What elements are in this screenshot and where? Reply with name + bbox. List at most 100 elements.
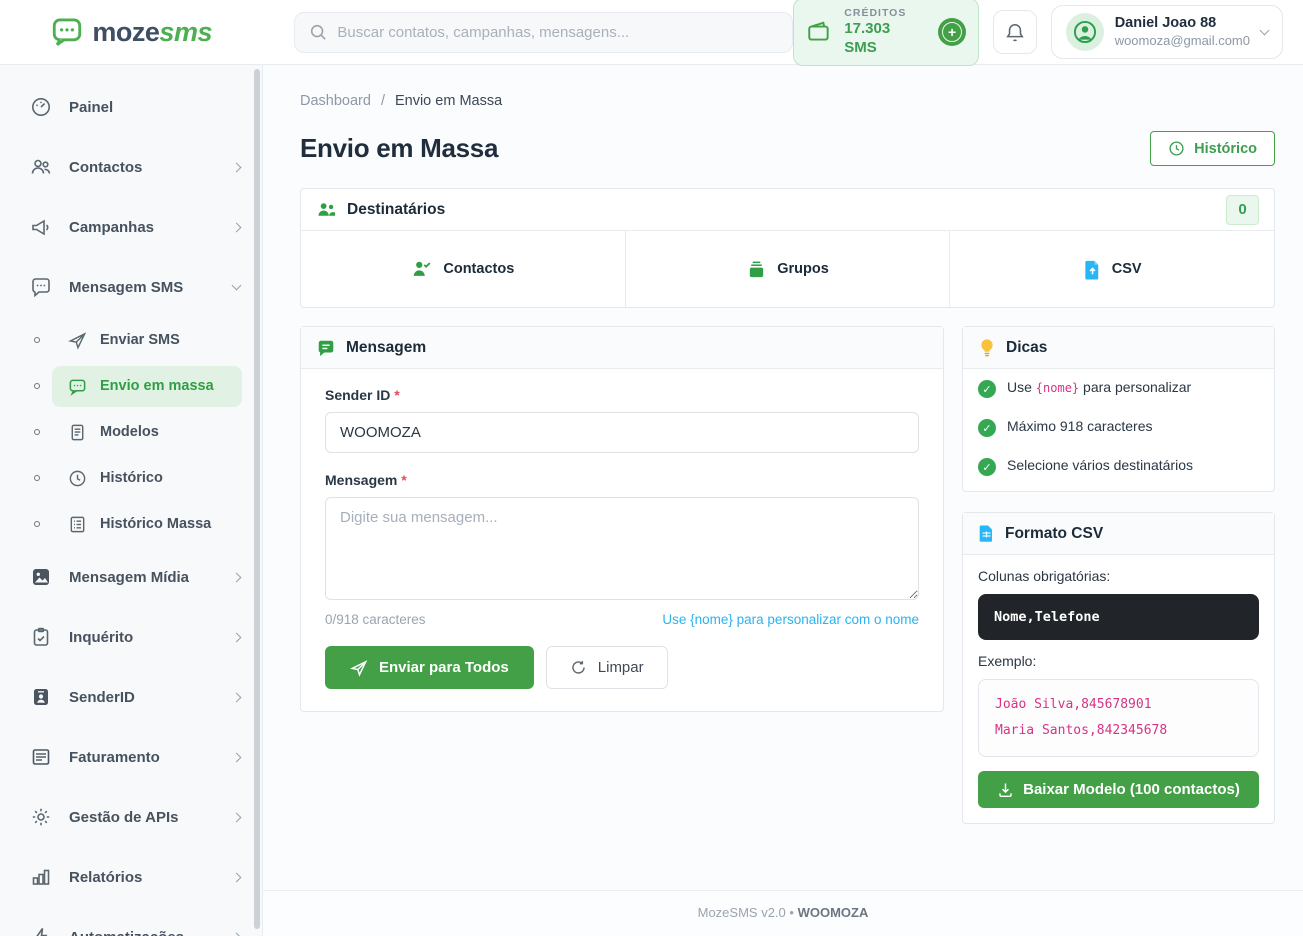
tip-item: ✓ Máximo 918 caracteres bbox=[963, 408, 1274, 447]
gear-icon bbox=[30, 806, 52, 828]
sidebar-item-campanhas[interactable]: Campanhas bbox=[0, 197, 262, 257]
search-icon bbox=[309, 23, 327, 41]
sidebar-subitem-enviar-sms[interactable]: Enviar SMS bbox=[0, 317, 262, 363]
chevron-down-icon bbox=[232, 281, 242, 291]
file-upload-icon bbox=[1083, 259, 1102, 280]
document-icon bbox=[68, 423, 87, 442]
download-template-button[interactable]: Baixar Modelo (100 contactos) bbox=[978, 771, 1259, 808]
chevron-right-icon bbox=[232, 932, 242, 936]
chevron-right-icon bbox=[232, 692, 242, 702]
global-search[interactable] bbox=[294, 12, 793, 53]
recipients-count-badge: 0 bbox=[1226, 195, 1259, 225]
users-icon bbox=[30, 156, 52, 178]
lightning-icon bbox=[30, 926, 52, 936]
message-card: Mensagem Sender ID * Mensagem * 0/918 ca… bbox=[300, 326, 944, 712]
check-circle-icon: ✓ bbox=[978, 419, 996, 437]
sender-id-input[interactable] bbox=[325, 412, 919, 453]
footer-owner: WOOMOZA bbox=[798, 905, 869, 920]
sidebar-item-automatizacoes[interactable]: Automatizações bbox=[0, 907, 262, 936]
chat-bubble-icon bbox=[30, 276, 52, 298]
sidebar-scrollbar[interactable] bbox=[254, 69, 260, 929]
tab-csv[interactable]: CSV bbox=[950, 231, 1274, 307]
sms-submenu: Enviar SMS Envio em massa bbox=[0, 317, 262, 547]
char-counter: 0/918 caracteres bbox=[325, 612, 426, 627]
spreadsheet-icon bbox=[978, 524, 995, 543]
tab-contactos[interactable]: Contactos bbox=[301, 231, 626, 307]
personalize-hint-link[interactable]: Use {nome} para personalizar com o nome bbox=[662, 612, 919, 627]
sidebar-item-mensagem-sms[interactable]: Mensagem SMS bbox=[0, 257, 262, 317]
sidebar-item-faturamento[interactable]: Faturamento bbox=[0, 727, 262, 787]
check-circle-icon: ✓ bbox=[978, 380, 996, 398]
credits-widget: CRÉDITOS 17.303 SMS + bbox=[793, 0, 979, 66]
send-all-button[interactable]: Enviar para Todos bbox=[325, 646, 534, 689]
stack-box-icon bbox=[746, 259, 767, 280]
chat-bubble-logo-icon bbox=[50, 15, 84, 49]
bullet-icon bbox=[34, 429, 40, 435]
sidebar-nav: Painel Contactos Campanhas bbox=[0, 65, 263, 936]
message-textarea[interactable] bbox=[325, 497, 919, 600]
sidebar-item-painel[interactable]: Painel bbox=[0, 77, 262, 137]
chevron-right-icon bbox=[232, 222, 242, 232]
plus-icon: + bbox=[942, 22, 962, 42]
csv-format-card: Formato CSV Colunas obrigatórias: Nome,T… bbox=[962, 512, 1275, 824]
footer-separator: • bbox=[789, 905, 794, 920]
breadcrumb-separator: / bbox=[381, 93, 385, 109]
invoice-icon bbox=[30, 746, 52, 768]
tab-grupos[interactable]: Grupos bbox=[626, 231, 951, 307]
sidebar-item-mensagem-midia[interactable]: Mensagem Mídia bbox=[0, 547, 262, 607]
history-button[interactable]: Histórico bbox=[1150, 131, 1275, 166]
add-credits-button[interactable]: + bbox=[938, 18, 966, 46]
csv-format-title: Formato CSV bbox=[1005, 525, 1103, 543]
clock-icon bbox=[1168, 140, 1185, 157]
bar-chart-icon bbox=[30, 866, 52, 888]
person-check-icon bbox=[411, 259, 433, 279]
tip-item: ✓ Use {nome} para personalizar bbox=[963, 369, 1274, 408]
list-icon bbox=[68, 515, 87, 534]
sidebar-subitem-envio-em-massa[interactable]: Envio em massa bbox=[0, 363, 262, 409]
csv-example-line: Maria Santos,842345678 bbox=[995, 718, 1242, 744]
sidebar-item-contactos[interactable]: Contactos bbox=[0, 137, 262, 197]
sidebar-item-inquerito[interactable]: Inquérito bbox=[0, 607, 262, 667]
send-icon bbox=[68, 331, 87, 350]
avatar bbox=[1066, 13, 1104, 51]
image-icon bbox=[30, 566, 52, 588]
tip-item: ✓ Selecione vários destinatários bbox=[963, 447, 1274, 491]
message-label: Mensagem * bbox=[325, 472, 919, 488]
chevron-right-icon bbox=[232, 872, 242, 882]
chevron-right-icon bbox=[232, 572, 242, 582]
clear-button[interactable]: Limpar bbox=[546, 646, 668, 689]
sidebar-subitem-historico-massa[interactable]: Histórico Massa bbox=[0, 501, 262, 547]
credits-value: 17.303 SMS bbox=[844, 20, 926, 58]
sidebar-item-senderid[interactable]: SenderID bbox=[0, 667, 262, 727]
user-menu[interactable]: Daniel Joao 88 woomoza@gmail.com0 bbox=[1051, 5, 1283, 59]
footer-version: MozeSMS v2.0 bbox=[698, 905, 786, 920]
bullet-icon bbox=[34, 383, 40, 389]
id-card-icon bbox=[30, 686, 52, 708]
send-icon bbox=[350, 659, 368, 677]
chevron-right-icon bbox=[232, 752, 242, 762]
notifications-button[interactable] bbox=[993, 10, 1037, 54]
chevron-down-icon bbox=[1260, 26, 1270, 36]
sidebar-subitem-historico[interactable]: Histórico bbox=[0, 455, 262, 501]
sidebar-item-relatorios[interactable]: Relatórios bbox=[0, 847, 262, 907]
message-bubble-icon bbox=[316, 338, 336, 358]
bell-icon bbox=[1005, 22, 1025, 43]
recipients-title: Destinatários bbox=[347, 201, 445, 219]
sms-bubble-icon bbox=[68, 377, 87, 396]
gauge-icon bbox=[30, 96, 52, 118]
clock-icon bbox=[68, 469, 87, 488]
bullet-icon bbox=[34, 337, 40, 343]
recipients-card: Destinatários 0 Contactos bbox=[300, 188, 1275, 308]
tips-title: Dicas bbox=[1006, 339, 1047, 357]
sidebar-item-gestao-apis[interactable]: Gestão de APIs bbox=[0, 787, 262, 847]
csv-example-block: João Silva,845678901 Maria Santos,842345… bbox=[978, 679, 1259, 757]
search-input[interactable] bbox=[337, 24, 778, 41]
csv-example-label: Exemplo: bbox=[978, 653, 1259, 669]
sidebar-subitem-modelos[interactable]: Modelos bbox=[0, 409, 262, 455]
breadcrumb-home[interactable]: Dashboard bbox=[300, 93, 371, 109]
refresh-icon bbox=[570, 659, 587, 676]
bullet-icon bbox=[34, 521, 40, 527]
megaphone-icon bbox=[30, 216, 52, 238]
download-icon bbox=[997, 781, 1014, 798]
brand-logo[interactable]: mozesms bbox=[0, 15, 262, 49]
